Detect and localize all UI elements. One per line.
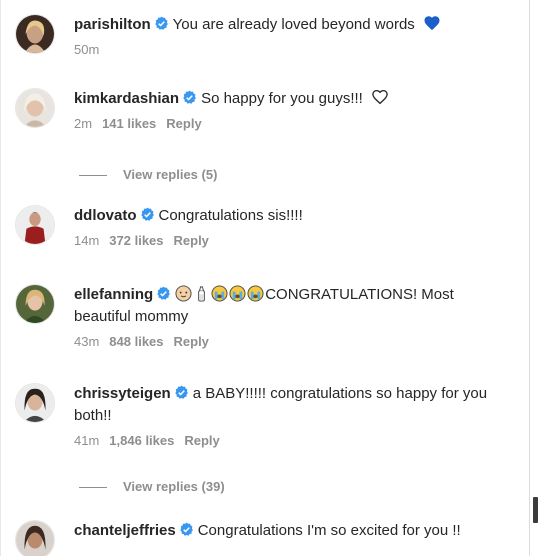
- verified-badge-icon: [182, 90, 197, 105]
- comment-time: 2m: [74, 116, 93, 131]
- verified-badge-icon: [154, 16, 169, 31]
- comment-meta: 41m 1,846 likes Reply: [74, 433, 520, 449]
- comment-text: So happy for you guys!!!: [201, 90, 363, 107]
- verified-badge-icon: [174, 385, 189, 400]
- scrollbar-thumb[interactable]: [533, 497, 538, 523]
- comment-text: Congratulations I'm so excited for you !…: [197, 522, 461, 539]
- crying-face-emoji: [247, 285, 264, 302]
- comment-likes[interactable]: 372 likes: [109, 233, 163, 248]
- comment-username[interactable]: kimkardashian: [74, 90, 179, 107]
- comment-text-line: kimkardashian So happy for you guys!!!: [74, 88, 520, 110]
- baby-bottle-emoji: [193, 285, 210, 302]
- avatar[interactable]: [15, 14, 55, 54]
- verified-badge-icon: [179, 522, 194, 537]
- comment-text-line: beautiful mommy: [74, 306, 520, 328]
- reply-button[interactable]: Reply: [184, 433, 219, 448]
- comment-text-line: parishilton You are already loved beyond …: [74, 14, 520, 36]
- avatar[interactable]: [15, 284, 55, 324]
- avatar[interactable]: [15, 520, 55, 556]
- comment-time: 41m: [74, 433, 100, 448]
- divider: [79, 175, 107, 177]
- view-replies-label: View replies (5): [123, 167, 218, 182]
- reply-button[interactable]: Reply: [174, 233, 209, 248]
- comment-username[interactable]: chanteljeffries: [74, 522, 176, 539]
- comment-text-line: ddlovato Congratulations sis!!!!: [74, 205, 520, 227]
- comment-text: a BABY!!!!! congratulations so happy for…: [192, 385, 488, 402]
- blue-heart-icon: [423, 14, 441, 32]
- divider: [79, 487, 107, 489]
- comment-likes[interactable]: 141 likes: [102, 116, 156, 131]
- heart-outline-icon: [371, 88, 389, 106]
- comment-text-line: both!!: [74, 405, 520, 427]
- avatar[interactable]: [15, 383, 55, 423]
- view-replies-label: View replies (39): [123, 479, 225, 494]
- comment-username[interactable]: ellefanning: [74, 286, 153, 303]
- crying-face-emoji: [229, 285, 246, 302]
- comment-likes[interactable]: 848 likes: [109, 334, 163, 349]
- comment-time: 14m: [74, 233, 100, 248]
- view-replies-button[interactable]: View replies (5): [79, 167, 217, 183]
- comment-text: Congratulations sis!!!!: [158, 207, 303, 224]
- verified-badge-icon: [156, 286, 171, 301]
- comment-text-line: ellefanning CONGRATULATIONS! Most: [74, 284, 520, 306]
- comment-text-continued: both!!: [74, 407, 112, 424]
- comment-meta: 43m 848 likes Reply: [74, 334, 520, 350]
- verified-badge-icon: [140, 207, 155, 222]
- comment-meta: 14m 372 likes Reply: [74, 233, 520, 249]
- comment-text-continued: beautiful mommy: [74, 308, 189, 325]
- comment-text-line: chanteljeffries Congratulations I'm so ex…: [74, 520, 520, 542]
- avatar[interactable]: [15, 88, 55, 128]
- comment-likes[interactable]: 1,846 likes: [109, 433, 174, 448]
- comment-username[interactable]: ddlovato: [74, 207, 137, 224]
- comment-text: You are already loved beyond words: [172, 16, 415, 33]
- crying-face-emoji: [211, 285, 228, 302]
- baby-face-emoji: [175, 285, 192, 302]
- comment-username[interactable]: parishilton: [74, 16, 151, 33]
- comment-meta: 50m: [74, 42, 520, 58]
- reply-button[interactable]: Reply: [174, 334, 209, 349]
- comment-text: CONGRATULATIONS! Most: [265, 286, 454, 303]
- view-replies-button[interactable]: View replies (39): [79, 479, 225, 495]
- reply-button[interactable]: Reply: [166, 116, 201, 131]
- comments-panel: parishilton You are already loved beyond …: [0, 0, 530, 556]
- comment-time: 43m: [74, 334, 100, 349]
- comment-time: 50m: [74, 42, 100, 57]
- avatar[interactable]: [15, 205, 55, 245]
- comment-meta: 2m 141 likes Reply: [74, 116, 520, 132]
- comment-text-line: chrissyteigen a BABY!!!!! congratulations…: [74, 383, 520, 405]
- comment-username[interactable]: chrissyteigen: [74, 385, 171, 402]
